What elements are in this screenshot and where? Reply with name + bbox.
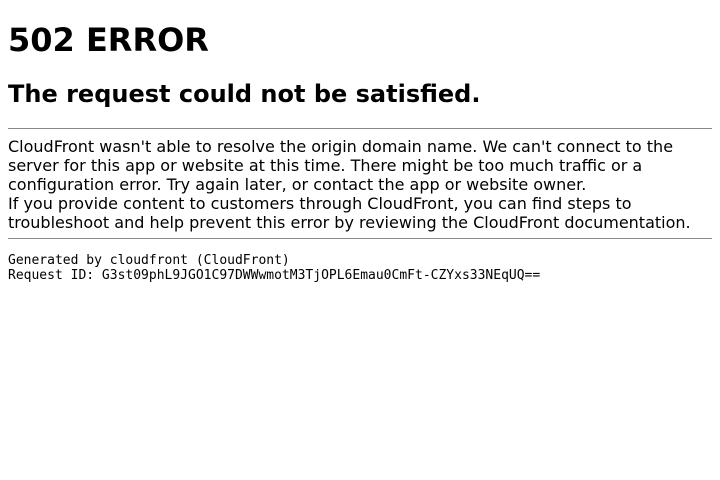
error-title: 502 ERROR [8,21,209,59]
request-id: Request ID: G3st09phL9JGO1C97DWWwmotM3Tj… [8,268,541,283]
divider-bottom [8,238,712,239]
error-message: CloudFront wasn't able to resolve the or… [8,137,712,232]
message-line: server for this app or website at this t… [8,156,643,175]
message-line: CloudFront wasn't able to resolve the or… [8,137,674,156]
error-subtitle: The request could not be satisfied. [8,80,481,108]
generated-by: Generated by cloudfront (CloudFront) [8,253,290,268]
message-line: If you provide content to customers thro… [8,194,632,213]
message-line: configuration error. Try again later, or… [8,175,587,194]
divider-top [8,128,712,129]
message-line: troubleshoot and help prevent this error… [8,213,691,232]
footer-info: Generated by cloudfront (CloudFront) Req… [8,253,712,283]
